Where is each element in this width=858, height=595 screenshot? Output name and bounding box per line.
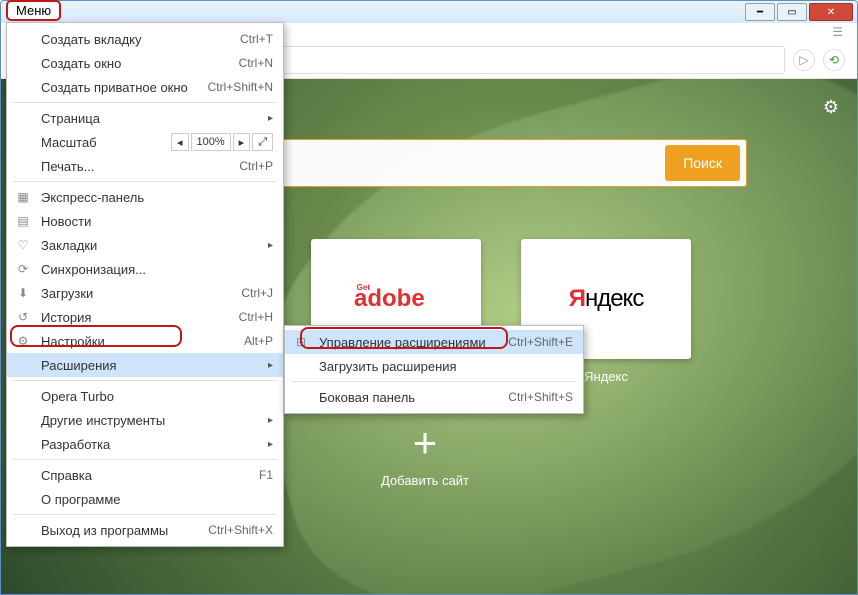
extensions-submenu: ⊞Управление расширениямиCtrl+Shift+E Заг… bbox=[284, 325, 584, 414]
puzzle-icon: ⊞ bbox=[293, 335, 309, 349]
plus-icon: + bbox=[381, 419, 469, 467]
menu-button[interactable]: Меню bbox=[6, 0, 61, 21]
menu-new-window[interactable]: Создать окноCtrl+N bbox=[7, 51, 283, 75]
grid-icon: ▦ bbox=[15, 190, 31, 204]
heart-icon: ♡ bbox=[15, 238, 31, 252]
menu-opera-turbo[interactable]: Opera Turbo bbox=[7, 384, 283, 408]
zoom-in[interactable]: ▸ bbox=[233, 133, 251, 151]
submenu-sidebar[interactable]: Боковая панельCtrl+Shift+S bbox=[285, 385, 583, 409]
add-tile-label: Добавить сайт bbox=[381, 473, 469, 488]
menu-separator bbox=[13, 181, 277, 182]
zoom-control[interactable]: ◂ 100% ▸ ⤢ bbox=[171, 133, 273, 151]
panel-toggle-icon[interactable]: ☰ bbox=[832, 25, 843, 39]
menu-tools[interactable]: Другие инструменты▸ bbox=[7, 408, 283, 432]
menu-page[interactable]: Страница▸ bbox=[7, 106, 283, 130]
menu-bookmarks[interactable]: ♡Закладки▸ bbox=[7, 233, 283, 257]
menu-sync[interactable]: ⟳Синхронизация... bbox=[7, 257, 283, 281]
menu-exit[interactable]: Выход из программыCtrl+Shift+X bbox=[7, 518, 283, 542]
menu-extensions[interactable]: Расширения▸ bbox=[7, 353, 283, 377]
menu-new-tab[interactable]: Создать вкладкуCtrl+T bbox=[7, 27, 283, 51]
menu-speed-dial[interactable]: ▦Экспресс-панель bbox=[7, 185, 283, 209]
history-icon: ↺ bbox=[15, 310, 31, 324]
menu-separator bbox=[13, 102, 277, 103]
sync-icon: ⟳ bbox=[15, 262, 31, 276]
menu-developer[interactable]: Разработка▸ bbox=[7, 432, 283, 456]
menu-downloads[interactable]: ⬇ЗагрузкиCtrl+J bbox=[7, 281, 283, 305]
adobe-logo: adobeGet bbox=[354, 285, 438, 313]
menu-history[interactable]: ↺ИсторияCtrl+H bbox=[7, 305, 283, 329]
zoom-fullscreen[interactable]: ⤢ bbox=[252, 133, 273, 151]
add-tile[interactable]: + Добавить сайт bbox=[381, 419, 469, 488]
close-button[interactable]: ✕ bbox=[809, 3, 853, 21]
menu-zoom[interactable]: Масштаб ◂ 100% ▸ ⤢ bbox=[7, 130, 283, 154]
news-icon: ▤ bbox=[15, 214, 31, 228]
yandex-logo: Яндекс bbox=[569, 285, 644, 313]
menu-help[interactable]: СправкаF1 bbox=[7, 463, 283, 487]
menu-new-private[interactable]: Создать приватное окноCtrl+Shift+N bbox=[7, 75, 283, 99]
gear-icon[interactable]: ⚙ bbox=[823, 97, 839, 118]
zoom-value: 100% bbox=[191, 133, 231, 151]
submenu-load-extensions[interactable]: Загрузить расширения bbox=[285, 354, 583, 378]
maximize-button[interactable]: ▭ bbox=[777, 3, 807, 21]
menu-settings[interactable]: ⚙НастройкиAlt+P bbox=[7, 329, 283, 353]
menu-separator bbox=[13, 514, 277, 515]
menu-separator bbox=[291, 381, 577, 382]
combined-search-icon[interactable]: ▷ bbox=[793, 49, 815, 71]
main-menu: Создать вкладкуCtrl+T Создать окноCtrl+N… bbox=[6, 22, 284, 547]
download-icon: ⬇ bbox=[15, 286, 31, 300]
menu-separator bbox=[13, 459, 277, 460]
menu-about[interactable]: О программе bbox=[7, 487, 283, 511]
menu-news[interactable]: ▤Новости bbox=[7, 209, 283, 233]
submenu-manage-extensions[interactable]: ⊞Управление расширениямиCtrl+Shift+E bbox=[285, 330, 583, 354]
gear-icon: ⚙ bbox=[15, 334, 31, 348]
zoom-out[interactable]: ◂ bbox=[171, 133, 189, 151]
menu-print[interactable]: Печать...Ctrl+P bbox=[7, 154, 283, 178]
titlebar: ━ ▭ ✕ bbox=[1, 1, 857, 23]
menu-separator bbox=[13, 380, 277, 381]
minimize-button[interactable]: ━ bbox=[745, 3, 775, 21]
search-button[interactable]: Поиск bbox=[665, 145, 740, 181]
refresh-icon[interactable]: ⟲ bbox=[823, 49, 845, 71]
